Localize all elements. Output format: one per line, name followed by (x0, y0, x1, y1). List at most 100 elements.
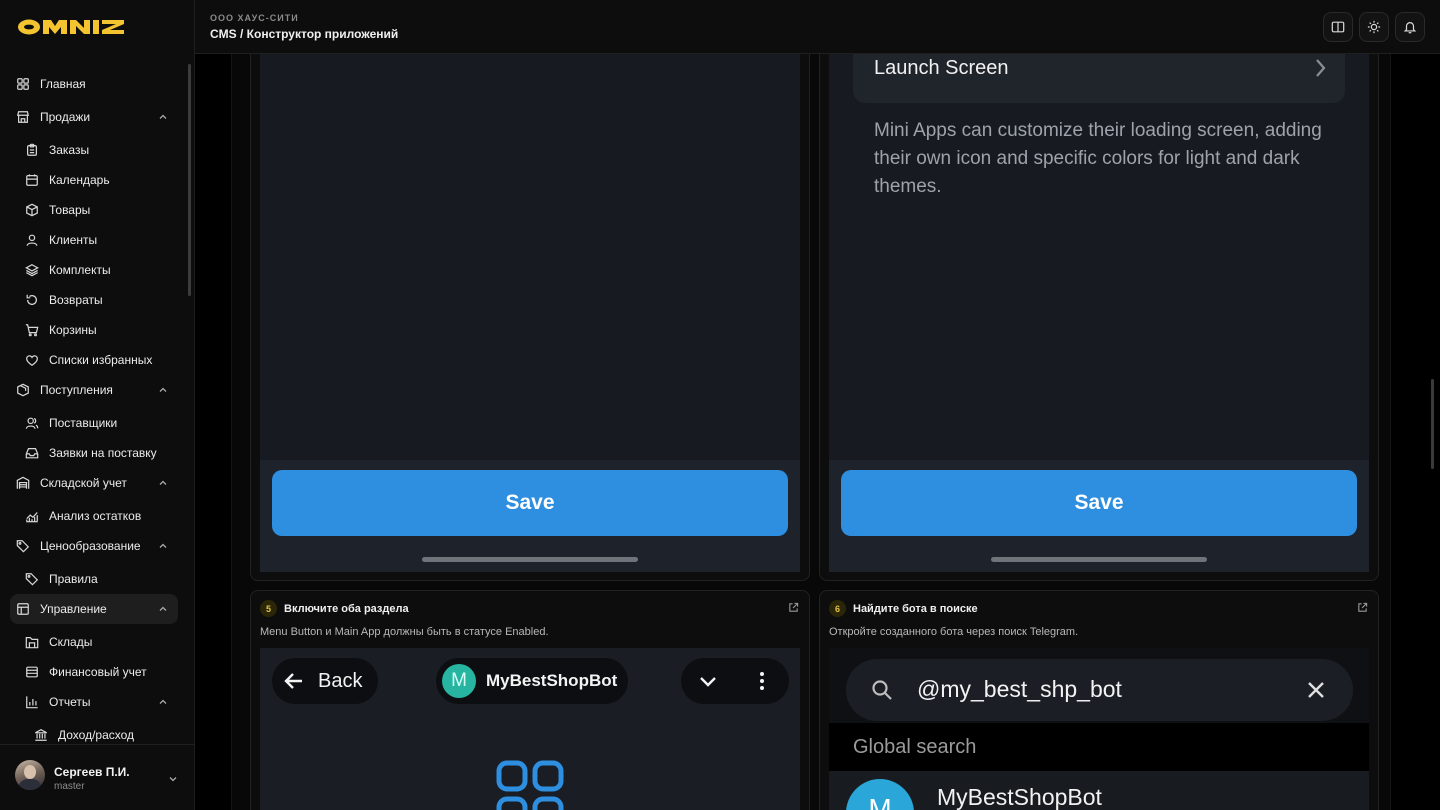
warehouse-icon (16, 476, 30, 489)
more-vertical-icon[interactable] (750, 669, 774, 693)
close-icon[interactable] (1304, 678, 1328, 702)
sidebar-item-inventory[interactable]: Складской учет (10, 468, 178, 498)
avatar (15, 760, 45, 790)
chevron-right-icon (1316, 59, 1326, 77)
launch-screen-description: Mini Apps can customize their loading sc… (874, 120, 1322, 197)
sidebar-item-receipts[interactable]: Поступления (10, 375, 178, 405)
launch-screen-row[interactable]: Launch Screen (853, 54, 1345, 103)
chevron-up-icon[interactable] (158, 385, 168, 395)
external-link-icon[interactable] (1357, 602, 1368, 613)
sidebar-item-wishlists[interactable]: Списки избранных (10, 345, 178, 375)
sidebar-item-label: Складской учет (40, 476, 127, 490)
box-icon (26, 203, 38, 217)
breadcrumb: CMS / Конструктор приложений (210, 27, 399, 41)
calendar-icon (26, 174, 38, 186)
sidebar-item-label: Заявки на поставку (49, 446, 157, 460)
chevron-up-icon[interactable] (158, 112, 168, 122)
step-title: Найдите бота в поиске (853, 602, 978, 615)
search-query: @my_best_shp_bot (917, 676, 1122, 702)
telegram-search-bar[interactable]: @my_best_shp_bot (846, 659, 1353, 721)
step-screenshot: @my_best_shp_bot Global search M MyBestS… (829, 648, 1369, 810)
users-icon (25, 417, 39, 429)
sidebar-item-label: Главная (40, 77, 86, 91)
omniz-logo[interactable] (18, 18, 134, 36)
sidebar-item-calendar[interactable]: Календарь (10, 165, 178, 195)
sidebar-item-finance[interactable]: Финансовый учет (10, 657, 178, 687)
sidebar-item-label: Доход/расход (58, 728, 135, 742)
home-indicator (991, 557, 1207, 562)
sidebar-item-reports[interactable]: Отчеты (10, 687, 178, 717)
sidebar-item-label: Финансовый учет (49, 665, 147, 679)
warehouse-sm-icon (25, 637, 39, 649)
step-number-badge: 5 (260, 600, 277, 617)
save-button[interactable]: Save (841, 470, 1357, 536)
back-button[interactable]: Back (272, 658, 378, 704)
sidebar-item-suppliers[interactable]: Поставщики (10, 408, 178, 438)
sidebar-item-clients[interactable]: Клиенты (10, 225, 178, 255)
sidebar-item-label: Списки избранных (49, 353, 153, 367)
external-link-icon[interactable] (788, 602, 799, 613)
sidebar-scrollbar[interactable] (188, 64, 191, 296)
chevron-up-icon[interactable] (158, 697, 168, 707)
result-avatar: M (846, 779, 914, 810)
sidebar-item-label: Склады (49, 635, 93, 649)
user-role: master (54, 781, 85, 792)
home-indicator (422, 557, 638, 562)
save-button[interactable]: Save (272, 470, 788, 536)
chevron-up-icon[interactable] (158, 604, 168, 614)
sidebar-item-stock-analysis[interactable]: Анализ остатков (10, 501, 178, 531)
sidebar-item-products[interactable]: Товары (10, 195, 178, 225)
step-header: 5 Включите оба раздела (260, 600, 409, 617)
sun-icon (1367, 20, 1381, 34)
chevron-up-icon[interactable] (158, 541, 168, 551)
chevron-down-icon[interactable] (168, 774, 178, 784)
header-actions-pill (681, 658, 789, 704)
apps-grid-icon (496, 760, 564, 810)
sidebar-item-label: Комплекты (49, 263, 111, 277)
step-header: 6 Найдите бота в поиске (829, 600, 978, 617)
sidebar-item-management[interactable]: Управление (10, 594, 178, 624)
page-scrollbar[interactable] (1431, 379, 1434, 469)
sidebar-item-supply-requests[interactable]: Заявки на поставку (10, 438, 178, 468)
sidebar-item-bundles[interactable]: Комплекты (10, 255, 178, 285)
step-number-badge: 6 (829, 600, 846, 617)
layers-icon (25, 264, 39, 277)
sidebar-item-warehouses[interactable]: Склады (10, 627, 178, 657)
sidebar-item-rules[interactable]: Правила (10, 564, 178, 594)
screenshot-footer: Save (260, 460, 800, 572)
step-screenshot: Back M MyBestShopBot (260, 648, 800, 810)
layout-icon (17, 603, 29, 615)
bar-chart-icon (26, 696, 38, 709)
bot-name: MyBestShopBot (486, 671, 618, 690)
sidebar-item-pricing[interactable]: Ценообразование (10, 531, 178, 561)
step-card-3: Save (250, 54, 810, 581)
notifications-button[interactable] (1395, 12, 1425, 42)
back-label: Back (318, 669, 363, 692)
docs-button[interactable] (1323, 12, 1353, 42)
book-icon (1331, 21, 1345, 33)
search-result-row[interactable]: M MyBestShopBot (829, 771, 1369, 810)
theme-toggle-button[interactable] (1359, 12, 1389, 42)
step-description: Откройте созданного бота через поиск Tel… (829, 626, 1079, 638)
main-content: Save Launch Screen Mini Apps can customi… (195, 54, 1440, 810)
launch-screen-label: Launch Screen (874, 57, 1009, 79)
package-icon (17, 383, 29, 397)
chevron-up-icon[interactable] (158, 478, 168, 488)
inbox-icon (25, 448, 39, 459)
top-header: ООО ХАУС-СИТИ CMS / Конструктор приложен… (195, 0, 1440, 54)
sidebar-item-income-expense[interactable]: Доход/расход (10, 720, 178, 744)
chevron-down-icon[interactable] (696, 669, 720, 693)
heart-icon (26, 355, 38, 366)
sidebar-item-label: Отчеты (49, 695, 91, 709)
user-name: Сергеев П.И. (54, 765, 130, 779)
sidebar-item-label: Заказы (49, 143, 90, 157)
sidebar-item-carts[interactable]: Корзины (10, 315, 178, 345)
sidebar-item-orders[interactable]: Заказы (10, 135, 178, 165)
step-title: Включите оба раздела (284, 602, 409, 615)
sidebar-item-sales[interactable]: Продажи (10, 102, 178, 132)
user-menu[interactable]: Сергеев П.И. master (0, 744, 195, 810)
sidebar-item-home[interactable]: Главная (10, 69, 178, 99)
sidebar-item-returns[interactable]: Возвраты (10, 285, 178, 315)
sidebar-item-label: Поступления (40, 383, 113, 397)
organization-name: ООО ХАУС-СИТИ (210, 13, 299, 23)
